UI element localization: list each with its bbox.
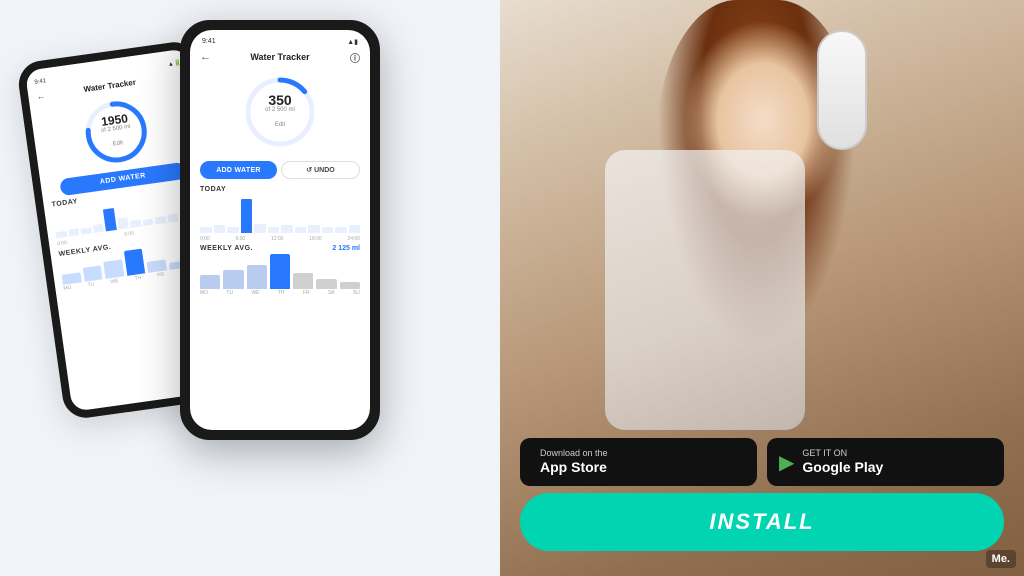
apple-store-btn[interactable]: Download on the App Store [520, 438, 757, 486]
front-back-arrow[interactable]: ← [200, 51, 211, 63]
google-play-text: GET IT ON Google Play [802, 448, 883, 476]
front-status-bar: 9:41 ▲▮ [200, 38, 360, 46]
back-time-6: 6:00 [124, 231, 134, 238]
front-circle-subtitle: of 2 500 ml [265, 107, 295, 113]
right-panel: Download on the App Store ▶ GET IT ON Go… [500, 0, 1024, 576]
google-play-icon: ▶ [779, 450, 794, 475]
google-play-btn[interactable]: ▶ GET IT ON Google Play [767, 438, 1004, 486]
apple-store-big: App Store [540, 459, 608, 476]
back-title: Water Tracker [83, 78, 136, 94]
front-weekly-header: WEEKLY AVG. 2 125 ml [200, 245, 360, 252]
apple-store-text: Download on the App Store [540, 448, 608, 476]
front-circle-container: 350 of 2 500 ml Edit [200, 72, 360, 152]
front-btn-row: ADD WATER ↺ UNDO [200, 161, 360, 179]
front-app-title: Water Tracker [250, 52, 309, 62]
front-weekly-chart [200, 254, 360, 289]
front-time: 9:41 [202, 38, 216, 46]
phone-front-mockup: 9:41 ▲▮ ← Water Tracker ⓘ [180, 20, 380, 440]
front-day-labels: MO TU WE TH FR SA SU [200, 290, 360, 296]
back-time: 9:41 [34, 78, 47, 87]
front-edit[interactable]: Edit [275, 122, 285, 128]
back-arrow: ← [36, 90, 46, 101]
left-panel: 9:41 ▲🔋 ← Water Tracker 1950 of 2 500 ml [0, 0, 500, 576]
front-info-icon[interactable]: ⓘ [350, 50, 360, 65]
google-play-small: GET IT ON [802, 448, 883, 459]
front-circle-value: 350 [265, 93, 295, 107]
front-app-header: ← Water Tracker ⓘ [200, 48, 360, 66]
install-btn-wrapper: INSTALL [520, 493, 1004, 551]
front-today-chart [200, 195, 360, 235]
store-buttons-area: Download on the App Store ▶ GET IT ON Go… [520, 438, 1004, 486]
back-edit: Edit [112, 140, 123, 147]
install-button[interactable]: INSTALL [520, 493, 1004, 551]
towel-shape [605, 150, 805, 430]
back-time-0: 0:00 [57, 240, 67, 247]
woman-background [500, 0, 1024, 576]
bottle-shape [817, 30, 867, 150]
front-weekly-label: WEEKLY AVG. [200, 245, 253, 252]
google-play-big: Google Play [802, 459, 883, 476]
front-add-water-btn[interactable]: ADD WATER [200, 161, 277, 179]
me-logo: Me. [986, 550, 1016, 568]
front-weekly-value: 2 125 ml [332, 245, 360, 252]
front-today-label: TODAY [200, 186, 360, 193]
front-undo-btn[interactable]: ↺ UNDO [281, 161, 360, 179]
front-icons: ▲▮ [347, 38, 358, 46]
front-chart-labels: 0:00 6:00 12:00 18:00 24:00 [200, 236, 360, 242]
apple-store-small: Download on the [540, 448, 608, 459]
